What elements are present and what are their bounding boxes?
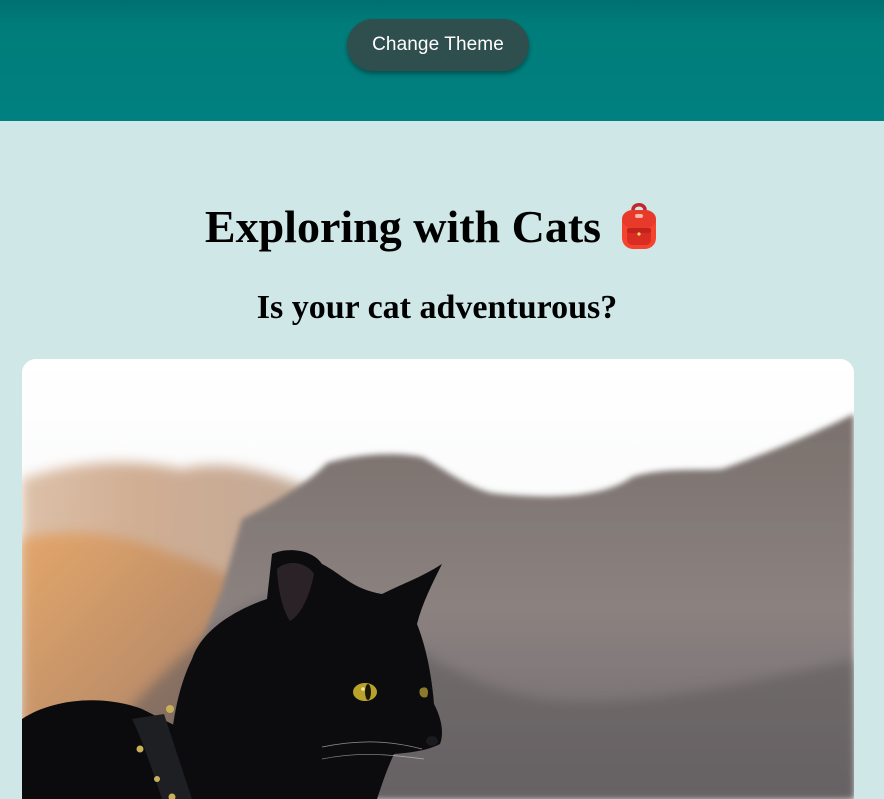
cat-photo-illustration bbox=[22, 359, 854, 799]
page-title-text: Exploring with Cats bbox=[205, 201, 601, 252]
title-row: Exploring with Cats bbox=[0, 199, 864, 255]
backpack-icon bbox=[619, 201, 659, 251]
cat-photo bbox=[22, 359, 854, 799]
change-theme-button[interactable]: Change Theme bbox=[347, 19, 529, 71]
main-content: Exploring with Cats Is your cat adventur… bbox=[0, 121, 884, 778]
page-title: Exploring with Cats bbox=[205, 199, 659, 255]
top-header: Change Theme bbox=[0, 0, 884, 121]
page-subtitle: Is your cat adventurous? bbox=[0, 287, 874, 329]
